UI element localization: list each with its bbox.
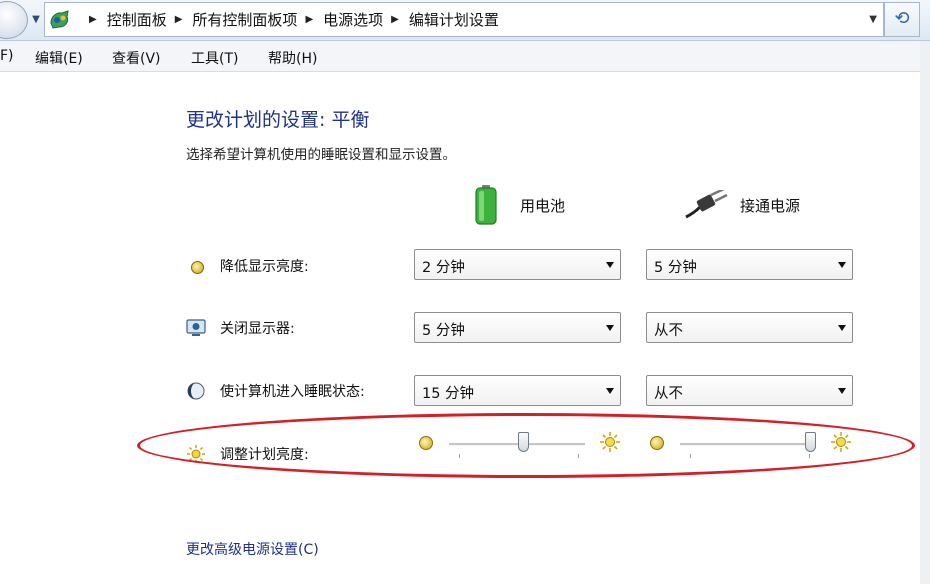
selected-value: 2 分钟 bbox=[422, 260, 465, 276]
selected-value: 15 分钟 bbox=[422, 386, 475, 402]
breadcrumb-control-panel[interactable]: 控制面板 bbox=[107, 9, 167, 30]
turn-off-display-battery-select[interactable]: 5 分钟 bbox=[414, 312, 621, 343]
breadcrumb-separator-icon[interactable]: ▶ bbox=[89, 14, 97, 25]
selected-value: 从不 bbox=[654, 386, 683, 402]
page-subtitle: 选择希望计算机使用的睡眠设置和显示设置。 bbox=[186, 147, 456, 163]
turn-off-display-plugged-select[interactable]: 从不 bbox=[646, 312, 853, 343]
page-title: 更改计划的设置: 平衡 bbox=[186, 109, 370, 131]
breadcrumb-separator-icon[interactable]: ▶ bbox=[175, 14, 183, 25]
sleep-plugged-select[interactable]: 从不 bbox=[646, 375, 853, 406]
dim-display-label: 降低显示亮度: bbox=[220, 259, 309, 275]
selected-value: 5 分钟 bbox=[422, 323, 465, 339]
turn-off-display-label: 关闭显示器: bbox=[220, 321, 295, 337]
selected-value: 从不 bbox=[654, 323, 683, 339]
sleep-moon-icon bbox=[186, 381, 206, 401]
battery-column-label: 用电池 bbox=[520, 196, 566, 215]
highlight-ellipse bbox=[137, 413, 915, 478]
plugged-in-column-header: 接通电源 bbox=[684, 190, 800, 220]
setting-row-sleep: 使计算机进入睡眠状态: bbox=[186, 381, 365, 401]
address-field[interactable]: ▶ 控制面板 ▶ 所有控制面板项 ▶ 电源选项 ▶ 编辑计划设置 ▼ bbox=[44, 2, 884, 37]
dropdown-arrow-icon bbox=[606, 262, 614, 268]
monitor-off-icon bbox=[186, 318, 206, 338]
menu-view[interactable]: 查看(V) bbox=[112, 48, 161, 68]
dropdown-arrow-icon bbox=[838, 388, 846, 394]
refresh-icon[interactable]: ⟲ bbox=[884, 2, 920, 37]
dim-brightness-icon bbox=[186, 256, 206, 276]
breadcrumb-separator-icon[interactable]: ▶ bbox=[391, 14, 399, 25]
address-bar: ▼ ▶ 控制面板 ▶ 所有控制面板项 ▶ 电源选项 ▶ 编辑计划设置 ▼ ⟲ bbox=[0, 0, 930, 41]
breadcrumb-separator-icon[interactable]: ▶ bbox=[305, 14, 313, 25]
selected-value: 5 分钟 bbox=[654, 260, 697, 276]
menu-bar: F) 编辑(E) 查看(V) 工具(T) 帮助(H) bbox=[0, 41, 920, 72]
sleep-battery-select[interactable]: 15 分钟 bbox=[414, 375, 621, 406]
setting-row-dim-display: 降低显示亮度: bbox=[186, 256, 309, 276]
dim-display-battery-select[interactable]: 2 分钟 bbox=[414, 249, 621, 280]
control-panel-icon bbox=[50, 10, 69, 29]
window-edge bbox=[920, 41, 930, 584]
recent-pages-chevron-icon[interactable]: ▼ bbox=[29, 9, 43, 31]
dim-display-plugged-select[interactable]: 5 分钟 bbox=[646, 249, 853, 280]
battery-column-header: 用电池 bbox=[474, 184, 565, 226]
back-button[interactable] bbox=[0, 1, 28, 39]
menu-edit[interactable]: 编辑(E) bbox=[35, 48, 83, 68]
plan-settings-panel: 更改计划的设置: 平衡 选择希望计算机使用的睡眠设置和显示设置。 用电池 接通电… bbox=[0, 72, 920, 584]
dropdown-arrow-icon bbox=[838, 325, 846, 331]
battery-icon bbox=[475, 185, 497, 225]
dropdown-arrow-icon bbox=[606, 325, 614, 331]
dropdown-arrow-icon bbox=[606, 388, 614, 394]
dropdown-arrow-icon bbox=[838, 262, 846, 268]
menu-file[interactable]: F) bbox=[0, 48, 14, 64]
sleep-label: 使计算机进入睡眠状态: bbox=[220, 384, 365, 400]
menu-tools[interactable]: 工具(T) bbox=[191, 48, 238, 68]
breadcrumb: ▶ 控制面板 ▶ 所有控制面板项 ▶ 电源选项 ▶ 编辑计划设置 bbox=[81, 3, 499, 36]
setting-row-turn-off-display: 关闭显示器: bbox=[186, 318, 295, 338]
breadcrumb-edit-plan[interactable]: 编辑计划设置 bbox=[409, 9, 499, 30]
power-plug-icon bbox=[685, 190, 728, 219]
breadcrumb-power-options[interactable]: 电源选项 bbox=[323, 9, 383, 30]
address-dropdown-icon[interactable]: ▼ bbox=[869, 3, 877, 36]
plugged-in-column-label: 接通电源 bbox=[740, 196, 801, 215]
menu-help[interactable]: 帮助(H) bbox=[268, 48, 317, 68]
breadcrumb-all-items[interactable]: 所有控制面板项 bbox=[192, 9, 297, 30]
advanced-power-settings-link[interactable]: 更改高级电源设置(C) bbox=[186, 539, 319, 559]
